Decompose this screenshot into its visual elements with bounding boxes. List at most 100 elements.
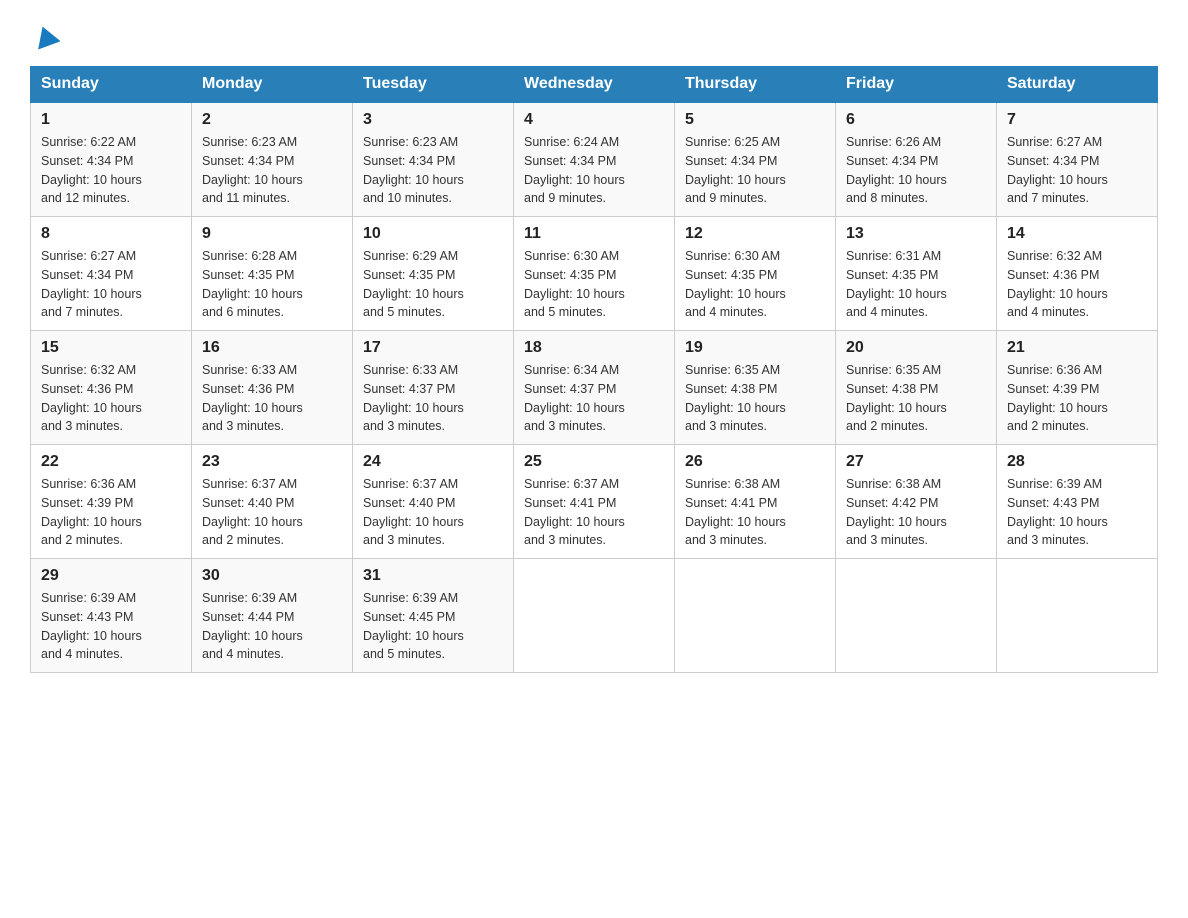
day-info: Sunrise: 6:27 AMSunset: 4:34 PMDaylight:… — [41, 247, 181, 322]
day-number: 20 — [846, 339, 986, 357]
calendar-cell — [836, 559, 997, 673]
day-info: Sunrise: 6:31 AMSunset: 4:35 PMDaylight:… — [846, 247, 986, 322]
header-cell-saturday: Saturday — [997, 67, 1158, 103]
day-number: 1 — [41, 111, 181, 129]
day-info: Sunrise: 6:39 AMSunset: 4:43 PMDaylight:… — [1007, 475, 1147, 550]
calendar-cell: 13 Sunrise: 6:31 AMSunset: 4:35 PMDayligh… — [836, 217, 997, 331]
day-info: Sunrise: 6:33 AMSunset: 4:37 PMDaylight:… — [363, 361, 503, 436]
calendar-cell: 30Sunrise: 6:39 AMSunset: 4:44 PMDayligh… — [192, 559, 353, 673]
calendar-row-5: 29Sunrise: 6:39 AMSunset: 4:43 PMDayligh… — [31, 559, 1158, 673]
calendar-cell: 3Sunrise: 6:23 AMSunset: 4:34 PMDaylight… — [353, 102, 514, 217]
calendar-cell: 7 Sunrise: 6:27 AMSunset: 4:34 PMDaylight… — [997, 102, 1158, 217]
day-number: 12 — [685, 225, 825, 243]
day-info: Sunrise: 6:26 AMSunset: 4:34 PMDaylight:… — [846, 133, 986, 208]
day-info: Sunrise: 6:27 AMSunset: 4:34 PMDaylight:… — [1007, 133, 1147, 208]
day-number: 11 — [524, 225, 664, 243]
calendar-cell: 12 Sunrise: 6:30 AMSunset: 4:35 PMDayligh… — [675, 217, 836, 331]
day-info: Sunrise: 6:38 AMSunset: 4:42 PMDaylight:… — [846, 475, 986, 550]
calendar-cell: 18 Sunrise: 6:34 AMSunset: 4:37 PMDayligh… — [514, 331, 675, 445]
day-number: 28 — [1007, 453, 1147, 471]
day-info: Sunrise: 6:33 AMSunset: 4:36 PMDaylight:… — [202, 361, 342, 436]
header-row: SundayMondayTuesdayWednesdayThursdayFrid… — [31, 67, 1158, 103]
day-number: 24 — [363, 453, 503, 471]
day-number: 3 — [363, 111, 503, 129]
day-number: 25 — [524, 453, 664, 471]
day-number: 22 — [41, 453, 181, 471]
day-number: 15 — [41, 339, 181, 357]
day-info: Sunrise: 6:39 AMSunset: 4:45 PMDaylight:… — [363, 589, 503, 664]
calendar-cell: 8 Sunrise: 6:27 AMSunset: 4:34 PMDaylight… — [31, 217, 192, 331]
day-number: 30 — [202, 567, 342, 585]
day-info: Sunrise: 6:36 AMSunset: 4:39 PMDaylight:… — [1007, 361, 1147, 436]
day-number: 27 — [846, 453, 986, 471]
day-info: Sunrise: 6:29 AMSunset: 4:35 PMDaylight:… — [363, 247, 503, 322]
calendar-cell: 26 Sunrise: 6:38 AMSunset: 4:41 PMDayligh… — [675, 445, 836, 559]
day-number: 5 — [685, 111, 825, 129]
calendar-table: SundayMondayTuesdayWednesdayThursdayFrid… — [30, 66, 1158, 673]
logo-triangle-icon — [32, 22, 60, 50]
header-cell-sunday: Sunday — [31, 67, 192, 103]
day-info: Sunrise: 6:23 AMSunset: 4:34 PMDaylight:… — [202, 133, 342, 208]
day-info: Sunrise: 6:35 AMSunset: 4:38 PMDaylight:… — [685, 361, 825, 436]
calendar-cell: 21Sunrise: 6:36 AMSunset: 4:39 PMDayligh… — [997, 331, 1158, 445]
calendar-row-4: 22 Sunrise: 6:36 AMSunset: 4:39 PMDayligh… — [31, 445, 1158, 559]
day-number: 10 — [363, 225, 503, 243]
day-info: Sunrise: 6:25 AMSunset: 4:34 PMDaylight:… — [685, 133, 825, 208]
calendar-row-2: 8 Sunrise: 6:27 AMSunset: 4:34 PMDaylight… — [31, 217, 1158, 331]
header-cell-thursday: Thursday — [675, 67, 836, 103]
day-number: 23 — [202, 453, 342, 471]
calendar-cell: 2Sunrise: 6:23 AMSunset: 4:34 PMDaylight… — [192, 102, 353, 217]
day-info: Sunrise: 6:37 AMSunset: 4:41 PMDaylight:… — [524, 475, 664, 550]
day-info: Sunrise: 6:38 AMSunset: 4:41 PMDaylight:… — [685, 475, 825, 550]
day-number: 19 — [685, 339, 825, 357]
calendar-cell: 29Sunrise: 6:39 AMSunset: 4:43 PMDayligh… — [31, 559, 192, 673]
calendar-cell: 9Sunrise: 6:28 AMSunset: 4:35 PMDaylight… — [192, 217, 353, 331]
calendar-cell — [997, 559, 1158, 673]
day-info: Sunrise: 6:30 AMSunset: 4:35 PMDaylight:… — [685, 247, 825, 322]
calendar-cell: 1 Sunrise: 6:22 AMSunset: 4:34 PMDaylight… — [31, 102, 192, 217]
day-number: 13 — [846, 225, 986, 243]
day-info: Sunrise: 6:35 AMSunset: 4:38 PMDaylight:… — [846, 361, 986, 436]
day-info: Sunrise: 6:32 AMSunset: 4:36 PMDaylight:… — [1007, 247, 1147, 322]
calendar-cell: 22 Sunrise: 6:36 AMSunset: 4:39 PMDayligh… — [31, 445, 192, 559]
day-info: Sunrise: 6:34 AMSunset: 4:37 PMDaylight:… — [524, 361, 664, 436]
day-number: 16 — [202, 339, 342, 357]
day-info: Sunrise: 6:36 AMSunset: 4:39 PMDaylight:… — [41, 475, 181, 550]
header-cell-monday: Monday — [192, 67, 353, 103]
calendar-cell: 27 Sunrise: 6:38 AMSunset: 4:42 PMDayligh… — [836, 445, 997, 559]
calendar-cell — [514, 559, 675, 673]
day-number: 8 — [41, 225, 181, 243]
calendar-cell: 20 Sunrise: 6:35 AMSunset: 4:38 PMDayligh… — [836, 331, 997, 445]
day-number: 26 — [685, 453, 825, 471]
calendar-cell: 10 Sunrise: 6:29 AMSunset: 4:35 PMDayligh… — [353, 217, 514, 331]
calendar-cell: 16 Sunrise: 6:33 AMSunset: 4:36 PMDayligh… — [192, 331, 353, 445]
calendar-cell: 5 Sunrise: 6:25 AMSunset: 4:34 PMDaylight… — [675, 102, 836, 217]
day-number: 9 — [202, 225, 342, 243]
calendar-cell: 14Sunrise: 6:32 AMSunset: 4:36 PMDayligh… — [997, 217, 1158, 331]
calendar-cell: 15Sunrise: 6:32 AMSunset: 4:36 PMDayligh… — [31, 331, 192, 445]
day-number: 4 — [524, 111, 664, 129]
calendar-cell: 28 Sunrise: 6:39 AMSunset: 4:43 PMDayligh… — [997, 445, 1158, 559]
day-number: 31 — [363, 567, 503, 585]
calendar-cell: 31 Sunrise: 6:39 AMSunset: 4:45 PMDayligh… — [353, 559, 514, 673]
header-cell-friday: Friday — [836, 67, 997, 103]
day-info: Sunrise: 6:24 AMSunset: 4:34 PMDaylight:… — [524, 133, 664, 208]
calendar-cell: 24Sunrise: 6:37 AMSunset: 4:40 PMDayligh… — [353, 445, 514, 559]
calendar-cell — [675, 559, 836, 673]
day-number: 17 — [363, 339, 503, 357]
header-cell-tuesday: Tuesday — [353, 67, 514, 103]
day-number: 6 — [846, 111, 986, 129]
calendar-cell: 4 Sunrise: 6:24 AMSunset: 4:34 PMDaylight… — [514, 102, 675, 217]
calendar-cell: 25 Sunrise: 6:37 AMSunset: 4:41 PMDayligh… — [514, 445, 675, 559]
calendar-cell: 11 Sunrise: 6:30 AMSunset: 4:35 PMDayligh… — [514, 217, 675, 331]
page-header — [30, 20, 1158, 50]
calendar-cell: 6 Sunrise: 6:26 AMSunset: 4:34 PMDaylight… — [836, 102, 997, 217]
day-info: Sunrise: 6:22 AMSunset: 4:34 PMDaylight:… — [41, 133, 181, 208]
day-info: Sunrise: 6:37 AMSunset: 4:40 PMDaylight:… — [202, 475, 342, 550]
logo — [30, 20, 60, 50]
day-number: 7 — [1007, 111, 1147, 129]
day-info: Sunrise: 6:30 AMSunset: 4:35 PMDaylight:… — [524, 247, 664, 322]
header-cell-wednesday: Wednesday — [514, 67, 675, 103]
calendar-row-3: 15Sunrise: 6:32 AMSunset: 4:36 PMDayligh… — [31, 331, 1158, 445]
day-number: 18 — [524, 339, 664, 357]
